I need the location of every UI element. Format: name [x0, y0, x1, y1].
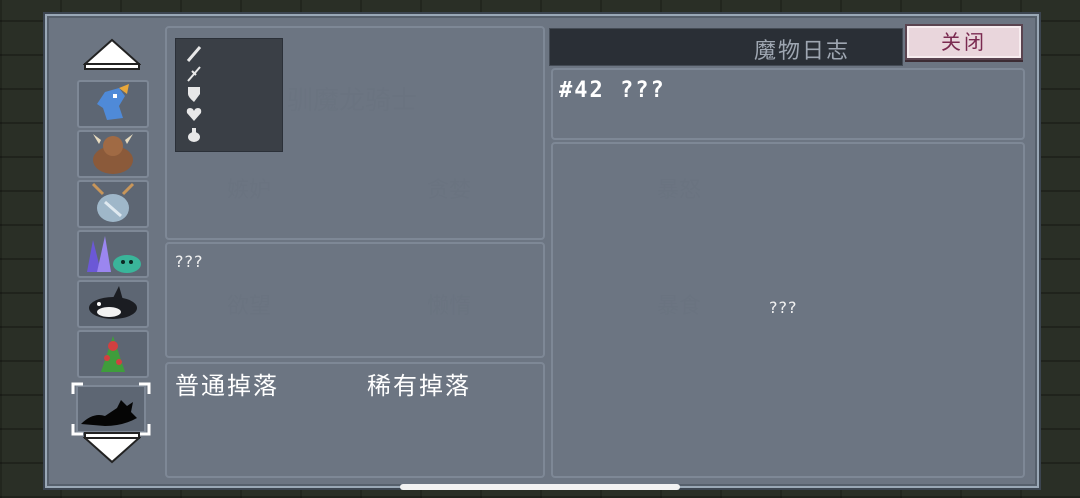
monster-main-info: ??? [769, 298, 798, 317]
heart-icon [186, 108, 202, 121]
rare-drop-label: 稀有掉落 [367, 372, 471, 400]
sword-icon [186, 46, 202, 62]
header-bar: 魔物日志 [549, 28, 903, 66]
minotaur-monster-icon [93, 134, 133, 174]
scroll-up-arrow-icon[interactable] [83, 38, 141, 72]
plant-monster-icon [101, 336, 125, 372]
drop-icon [188, 128, 200, 142]
monster-slot[interactable] [77, 230, 149, 278]
common-drop-label: 普通掉落 [175, 372, 279, 400]
monster-description: ??? [175, 252, 204, 271]
monster-list [71, 28, 157, 478]
description-panel [165, 242, 545, 358]
window-title: 魔物日志 [753, 39, 850, 64]
blue-bird-monster-icon [97, 84, 129, 120]
monster-slot[interactable] [77, 330, 149, 378]
monster-title: #42 ??? [559, 78, 666, 103]
monster-slot[interactable] [77, 80, 149, 128]
shield-icon [188, 87, 200, 102]
monster-slot[interactable] [77, 130, 149, 178]
selected-monster-slot[interactable] [71, 382, 151, 436]
monster-slot[interactable] [77, 180, 149, 228]
scroll-down-arrow-icon[interactable] [83, 430, 141, 464]
home-indicator[interactable] [400, 484, 680, 490]
crystal-slime-monster-icon [87, 236, 141, 273]
stat-icon-box [175, 38, 283, 152]
ghost-deer-monster-icon [91, 182, 135, 222]
sword-icon [187, 66, 201, 82]
orca-monster-icon [89, 286, 137, 319]
close-button[interactable]: 关闭 [905, 24, 1023, 60]
monster-slot[interactable] [77, 280, 149, 328]
monster-log-window: 驯魔龙骑士 嫉妒 贪婪 暴怒 欲望 懒惰 暴食 [45, 14, 1039, 488]
